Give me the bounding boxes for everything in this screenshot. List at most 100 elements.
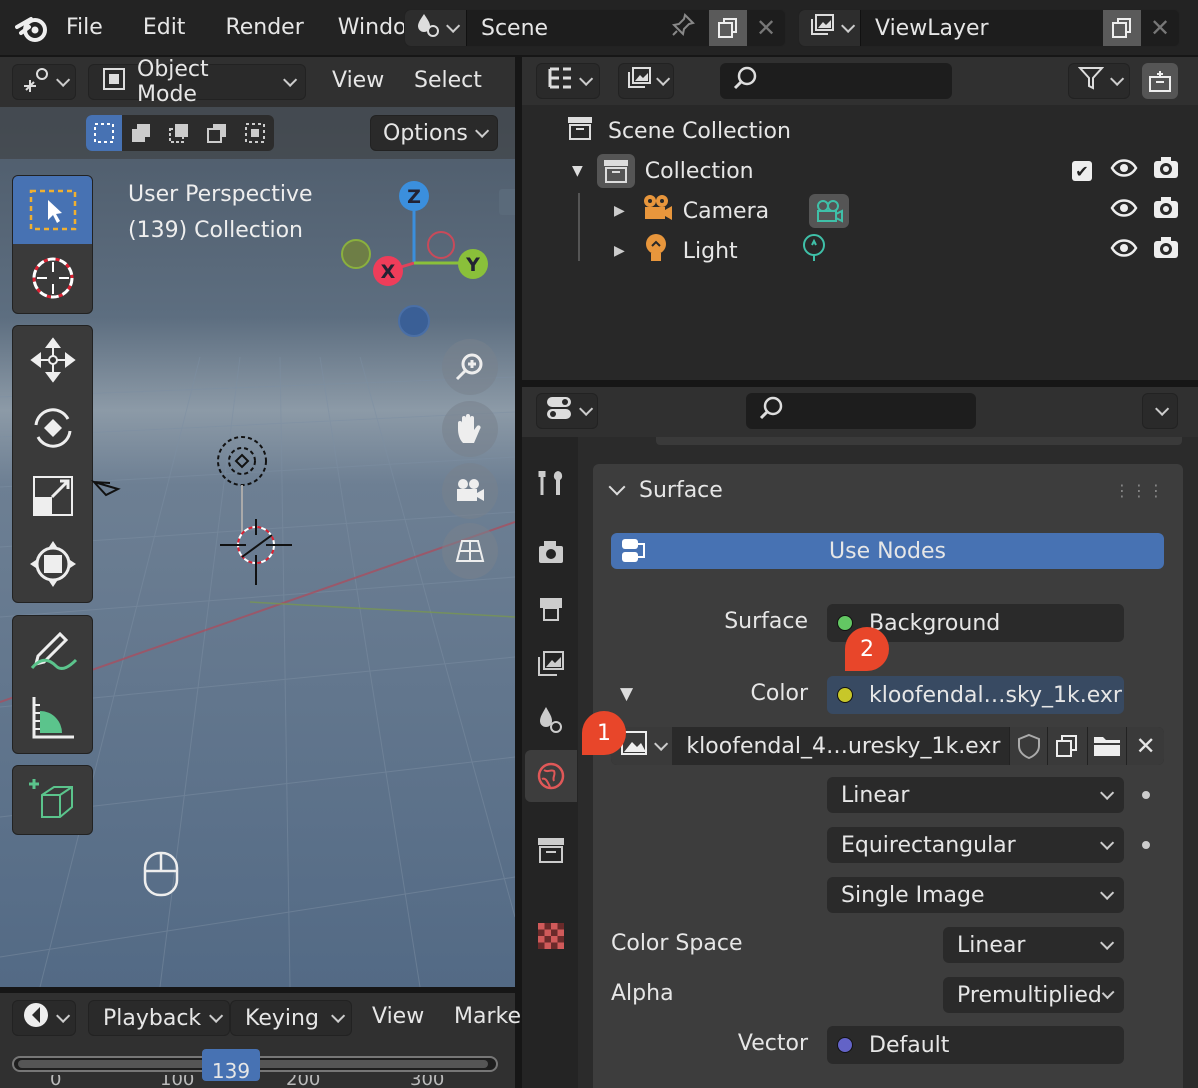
source-dropdown[interactable]: Single Image — [827, 877, 1124, 913]
color-space-dropdown[interactable]: Linear — [943, 927, 1124, 963]
mode-selector[interactable]: Object Mode — [88, 57, 306, 107]
close-icon[interactable]: ✕ — [1141, 10, 1179, 46]
sidebar-toggle[interactable] — [499, 189, 515, 215]
scene-selector: Scene ✕ — [404, 9, 786, 47]
properties-editor-type-button[interactable] — [536, 393, 598, 429]
keying-menu[interactable]: Keying — [230, 1000, 352, 1036]
zoom-icon[interactable] — [442, 339, 498, 395]
select-subtract-icon[interactable] — [160, 115, 198, 151]
eye-icon[interactable] — [1110, 198, 1138, 224]
disclosure-triangle-down-icon[interactable]: ▼ — [572, 163, 583, 179]
camera-view-icon[interactable] — [442, 463, 498, 519]
editor-type-button[interactable] — [12, 64, 76, 100]
chevron-down-icon — [56, 1008, 71, 1023]
duplicate-image-icon[interactable] — [1047, 727, 1087, 765]
color-socket-icon — [837, 687, 853, 703]
eye-icon[interactable] — [1110, 238, 1138, 264]
color-input-field[interactable]: kloofendal…sky_1k.exr — [827, 676, 1124, 714]
3d-viewport[interactable]: Object Mode View Select Options User Per… — [0, 57, 515, 987]
viewport-menu-select[interactable]: Select — [414, 68, 482, 93]
properties-search[interactable] — [746, 393, 976, 429]
render-tab-icon[interactable] — [525, 526, 577, 578]
disclosure-triangle-right-icon[interactable]: ▶ — [614, 243, 625, 259]
cursor-tool-icon[interactable] — [13, 244, 92, 312]
properties-icon — [545, 395, 573, 427]
vector-input-field[interactable]: Default — [827, 1026, 1124, 1064]
select-box-tool-icon[interactable] — [13, 176, 92, 244]
projection-dropdown[interactable]: Equirectangular — [827, 827, 1124, 863]
chevron-down-icon — [579, 401, 594, 416]
light-data-icon[interactable] — [800, 233, 828, 269]
new-scene-icon[interactable] — [709, 10, 747, 46]
drag-handle-icon[interactable]: ⋮⋮⋮ — [1114, 481, 1165, 500]
outliner-row-scene-collection[interactable]: Scene Collection — [522, 111, 1198, 151]
new-collection-icon[interactable] — [1142, 63, 1178, 99]
outliner-editor-type-button[interactable] — [536, 63, 600, 99]
move-tool-icon[interactable] — [13, 326, 92, 394]
render-camera-icon[interactable] — [1152, 196, 1180, 226]
display-mode-button[interactable] — [618, 63, 674, 99]
open-folder-icon[interactable] — [1086, 727, 1127, 765]
tick-label: 0 — [50, 1075, 62, 1088]
blender-logo-icon[interactable] — [14, 10, 50, 46]
timeline-menu-view[interactable]: View — [372, 1004, 424, 1029]
scene-name[interactable]: Scene — [481, 16, 671, 41]
select-invert-icon[interactable] — [198, 115, 236, 151]
outliner-search[interactable] — [720, 63, 952, 99]
playback-menu[interactable]: Playback — [88, 1000, 230, 1036]
render-camera-icon[interactable] — [1152, 156, 1180, 186]
output-tab-icon[interactable] — [525, 582, 577, 634]
fake-user-shield-icon[interactable] — [1009, 727, 1048, 765]
scene-browse-button[interactable] — [405, 10, 467, 46]
pan-hand-icon[interactable] — [442, 401, 498, 457]
new-viewlayer-icon[interactable] — [1103, 10, 1141, 46]
surface-panel-header[interactable]: Surface ⋮⋮⋮ — [593, 464, 1183, 516]
keyframe-dot-icon[interactable] — [1142, 841, 1150, 849]
perspective-toggle-icon[interactable] — [442, 523, 498, 579]
world-tab-icon[interactable] — [525, 750, 577, 802]
annotate-tool-icon[interactable] — [13, 616, 92, 684]
alpha-dropdown[interactable]: Premultiplied — [943, 977, 1124, 1013]
close-icon[interactable]: ✕ — [747, 10, 785, 46]
keyframe-dot-icon[interactable] — [1142, 791, 1150, 799]
options-dropdown[interactable]: Options — [370, 115, 498, 151]
menu-edit[interactable]: Edit — [143, 15, 186, 40]
viewport-menu-view[interactable]: View — [332, 68, 384, 93]
texture-tab-icon[interactable] — [525, 910, 577, 962]
camera-data-icon[interactable] — [809, 194, 850, 228]
gizmo-x-label: X — [381, 261, 396, 283]
unlink-image-icon[interactable]: ✕ — [1126, 727, 1164, 765]
viewlayer-name[interactable]: ViewLayer — [875, 16, 1103, 41]
select-new-icon[interactable] — [86, 115, 122, 151]
timeline-editor-type-button[interactable] — [12, 1000, 76, 1036]
exclude-checkbox-icon[interactable]: ✔ — [1072, 161, 1092, 181]
measure-tool-icon[interactable] — [13, 684, 92, 752]
scene-tab-icon[interactable] — [525, 694, 577, 746]
tool-tab-icon[interactable] — [525, 456, 577, 508]
render-camera-icon[interactable] — [1152, 236, 1180, 266]
filter-button[interactable] — [1068, 63, 1130, 99]
pin-icon[interactable] — [671, 13, 695, 43]
eye-icon[interactable] — [1110, 158, 1138, 184]
interpolation-dropdown[interactable]: Linear — [827, 777, 1124, 813]
select-extend-icon[interactable] — [122, 115, 160, 151]
outliner-row-collection[interactable]: ▼ Collection ✔ — [522, 151, 1198, 191]
chevron-down-icon — [840, 18, 855, 33]
outliner-row-camera[interactable]: ▶ Camera — [522, 191, 1198, 231]
menu-render[interactable]: Render — [225, 15, 303, 40]
tick-label: 300 — [410, 1075, 445, 1088]
disclosure-triangle-right-icon[interactable]: ▶ — [614, 203, 625, 219]
navigation-gizmo[interactable]: Z X Y — [330, 175, 490, 345]
use-nodes-button[interactable]: Use Nodes — [611, 533, 1164, 569]
menu-file[interactable]: File — [66, 15, 103, 40]
outliner-row-light[interactable]: ▶ Light — [522, 231, 1198, 271]
view-layer-tab-icon[interactable] — [525, 638, 577, 690]
timeline-menu-marker[interactable]: Marke — [454, 1004, 521, 1029]
properties-options-button[interactable] — [1142, 393, 1178, 429]
collection-tab-icon[interactable] — [525, 824, 577, 876]
select-intersect-icon[interactable] — [236, 115, 274, 151]
image-name-field[interactable]: kloofendal_4…uresky_1k.exr — [686, 734, 1009, 759]
viewlayer-browse-button[interactable] — [799, 10, 861, 46]
add-cube-tool-icon[interactable] — [13, 766, 92, 834]
toolbar-select-group — [12, 175, 93, 314]
